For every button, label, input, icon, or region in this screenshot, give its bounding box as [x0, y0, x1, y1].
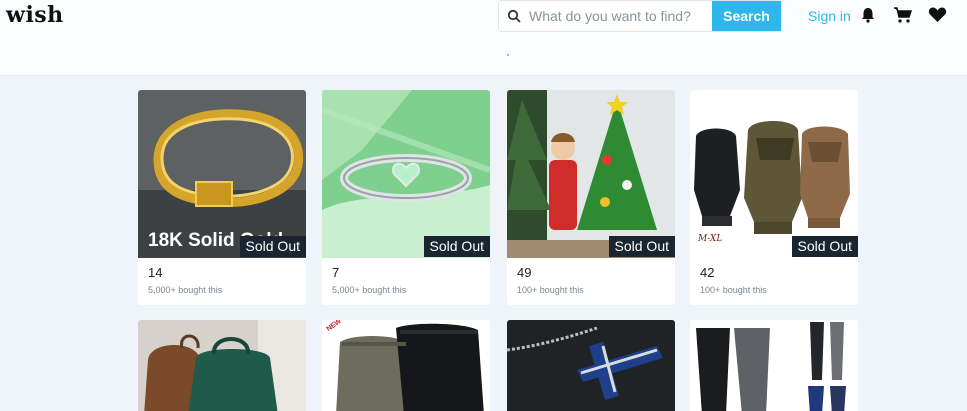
product-bought-count: 100+ bought this — [700, 285, 767, 295]
wish-logo[interactable]: wish — [6, 2, 64, 28]
sold-out-badge: Sold Out — [239, 236, 306, 257]
search-input[interactable] — [529, 1, 712, 31]
product-image[interactable]: 18K Solid Gold Sold Out — [138, 90, 306, 258]
product-image[interactable]: Sold Out — [322, 90, 490, 258]
product-card[interactable]: Sold Out 7 5,000+ bought this — [322, 90, 490, 305]
search-bar: Search — [498, 0, 782, 32]
product-price: 14 — [148, 265, 163, 280]
sold-out-badge: Sold Out — [791, 236, 858, 257]
product-image[interactable] — [507, 320, 675, 411]
product-price: 49 — [517, 265, 532, 280]
sold-out-badge: Sold Out — [423, 236, 490, 257]
product-image[interactable]: M-XL Sold Out — [690, 90, 858, 258]
heart-icon[interactable] — [928, 6, 947, 24]
product-image[interactable] — [322, 320, 490, 411]
product-price: 42 — [700, 265, 715, 280]
divider-dot — [507, 54, 509, 56]
top-bar: wish Search Sign in — [0, 0, 967, 76]
product-bought-count: 5,000+ bought this — [148, 285, 223, 295]
product-card[interactable]: NEW — [322, 320, 490, 411]
product-image[interactable] — [138, 320, 306, 411]
product-bought-count: 100+ bought this — [517, 285, 584, 295]
product-card[interactable] — [690, 320, 858, 411]
product-card[interactable]: M-XL Sold Out 42 100+ bought this — [690, 90, 858, 305]
product-card[interactable]: Sold Out 49 100+ bought this — [507, 90, 675, 305]
product-bought-count: 5,000+ bought this — [332, 285, 407, 295]
search-button[interactable]: Search — [712, 1, 781, 31]
product-card[interactable]: 18K Solid Gold Sold Out 14 5,000+ bought… — [138, 90, 306, 305]
product-image[interactable] — [690, 320, 858, 411]
product-price: 7 — [332, 265, 340, 280]
product-card[interactable] — [138, 320, 306, 411]
search-icon — [499, 1, 529, 31]
sign-in-link[interactable]: Sign in — [808, 8, 851, 24]
product-image[interactable]: Sold Out — [507, 90, 675, 258]
bell-icon[interactable] — [859, 6, 877, 24]
product-size-label: M-XL — [698, 234, 723, 244]
sold-out-badge: Sold Out — [608, 236, 675, 257]
cart-icon[interactable] — [893, 6, 913, 24]
product-card[interactable] — [507, 320, 675, 411]
